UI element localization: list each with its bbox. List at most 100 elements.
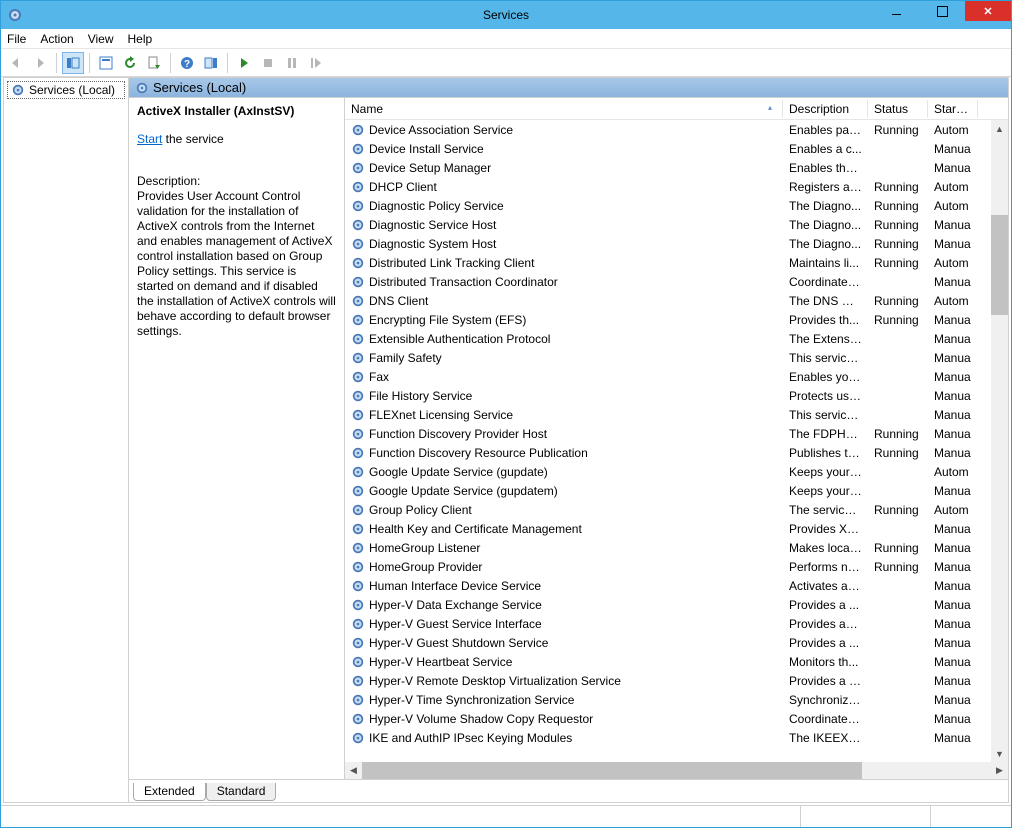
help-button[interactable]: ? bbox=[176, 52, 198, 74]
service-description: Publishes th... bbox=[783, 444, 868, 462]
column-status[interactable]: Status bbox=[868, 100, 928, 118]
service-row[interactable]: Hyper-V Guest Service InterfaceProvides … bbox=[345, 614, 1008, 633]
restart-service-button[interactable] bbox=[305, 52, 327, 74]
menu-help[interactable]: Help bbox=[128, 32, 153, 46]
gear-icon bbox=[351, 256, 365, 270]
scroll-thumb-h[interactable] bbox=[362, 762, 862, 779]
service-row[interactable]: Extensible Authentication ProtocolThe Ex… bbox=[345, 329, 1008, 348]
service-row[interactable]: FLEXnet Licensing ServiceThis service ..… bbox=[345, 405, 1008, 424]
horizontal-scrollbar[interactable]: ◀ ▶ bbox=[345, 762, 1008, 779]
scroll-right-icon[interactable]: ▶ bbox=[991, 762, 1008, 779]
service-row[interactable]: Diagnostic System HostThe Diagno...Runni… bbox=[345, 234, 1008, 253]
service-description: This service ... bbox=[783, 406, 868, 424]
column-name[interactable]: Name▴ bbox=[345, 100, 783, 118]
service-row[interactable]: File History ServiceProtects use...Manua bbox=[345, 386, 1008, 405]
scroll-left-icon[interactable]: ◀ bbox=[345, 762, 362, 779]
service-description: Provides X.5... bbox=[783, 520, 868, 538]
service-description: Protects use... bbox=[783, 387, 868, 405]
scroll-up-icon[interactable]: ▲ bbox=[991, 120, 1008, 137]
service-row[interactable]: Hyper-V Data Exchange ServiceProvides a … bbox=[345, 595, 1008, 614]
service-startup: Manua bbox=[928, 539, 978, 557]
gear-icon bbox=[351, 693, 365, 707]
service-row[interactable]: Hyper-V Remote Desktop Virtualization Se… bbox=[345, 671, 1008, 690]
menu-view[interactable]: View bbox=[88, 32, 114, 46]
back-button[interactable] bbox=[5, 52, 27, 74]
gear-icon bbox=[351, 161, 365, 175]
service-description: The service ... bbox=[783, 501, 868, 519]
service-row[interactable]: Device Association ServiceEnables pair..… bbox=[345, 120, 1008, 139]
service-row[interactable]: Google Update Service (gupdatem)Keeps yo… bbox=[345, 481, 1008, 500]
nav-services-local[interactable]: Services (Local) bbox=[7, 81, 125, 99]
service-status: Running bbox=[868, 425, 928, 443]
service-startup: Manua bbox=[928, 653, 978, 671]
pause-service-button[interactable] bbox=[281, 52, 303, 74]
service-row[interactable]: Diagnostic Policy ServiceThe Diagno...Ru… bbox=[345, 196, 1008, 215]
scroll-thumb[interactable] bbox=[991, 215, 1008, 315]
service-status: Running bbox=[868, 501, 928, 519]
service-row[interactable]: Device Setup ManagerEnables the ...Manua bbox=[345, 158, 1008, 177]
menu-action[interactable]: Action bbox=[40, 32, 73, 46]
service-row[interactable]: Hyper-V Volume Shadow Copy RequestorCoor… bbox=[345, 709, 1008, 728]
service-row[interactable]: Distributed Transaction CoordinatorCoord… bbox=[345, 272, 1008, 291]
service-row[interactable]: DNS ClientThe DNS Cli...RunningAutom bbox=[345, 291, 1008, 310]
scroll-down-icon[interactable]: ▼ bbox=[991, 745, 1008, 762]
service-name: Health Key and Certificate Management bbox=[369, 522, 582, 536]
service-name: DNS Client bbox=[369, 294, 428, 308]
minimize-button[interactable] bbox=[873, 1, 919, 21]
close-button[interactable] bbox=[965, 1, 1011, 21]
show-hide-tree-button[interactable] bbox=[62, 52, 84, 74]
service-row[interactable]: Group Policy ClientThe service ...Runnin… bbox=[345, 500, 1008, 519]
service-status bbox=[868, 337, 928, 341]
service-row[interactable]: Hyper-V Heartbeat ServiceMonitors th...M… bbox=[345, 652, 1008, 671]
tab-extended[interactable]: Extended bbox=[133, 783, 206, 801]
service-startup: Manua bbox=[928, 615, 978, 633]
service-row[interactable]: Diagnostic Service HostThe Diagno...Runn… bbox=[345, 215, 1008, 234]
gear-icon bbox=[351, 579, 365, 593]
forward-button[interactable] bbox=[29, 52, 51, 74]
service-startup: Manua bbox=[928, 406, 978, 424]
service-row[interactable]: HomeGroup ListenerMakes local...RunningM… bbox=[345, 538, 1008, 557]
tab-standard[interactable]: Standard bbox=[206, 783, 277, 801]
column-description[interactable]: Description bbox=[783, 100, 868, 118]
service-rows: Device Association ServiceEnables pair..… bbox=[345, 120, 1008, 779]
service-status: Running bbox=[868, 235, 928, 253]
start-service-button[interactable] bbox=[233, 52, 255, 74]
gear-icon bbox=[351, 617, 365, 631]
service-row[interactable]: Device Install ServiceEnables a c...Manu… bbox=[345, 139, 1008, 158]
service-row[interactable]: Encrypting File System (EFS)Provides th.… bbox=[345, 310, 1008, 329]
service-row[interactable]: Distributed Link Tracking ClientMaintain… bbox=[345, 253, 1008, 272]
service-row[interactable]: Human Interface Device ServiceActivates … bbox=[345, 576, 1008, 595]
refresh-button[interactable] bbox=[119, 52, 141, 74]
show-hide-action-pane-button[interactable] bbox=[200, 52, 222, 74]
service-row[interactable]: HomeGroup ProviderPerforms ne...RunningM… bbox=[345, 557, 1008, 576]
service-status bbox=[868, 641, 928, 645]
service-status bbox=[868, 489, 928, 493]
service-row[interactable]: Family SafetyThis service ...Manua bbox=[345, 348, 1008, 367]
service-status: Running bbox=[868, 558, 928, 576]
service-row[interactable]: DHCP ClientRegisters an...RunningAutom bbox=[345, 177, 1008, 196]
view-tabs: Extended Standard bbox=[129, 780, 1008, 802]
export-list-button[interactable] bbox=[143, 52, 165, 74]
service-row[interactable]: Google Update Service (gupdate)Keeps you… bbox=[345, 462, 1008, 481]
column-startup[interactable]: Startup bbox=[928, 100, 978, 118]
vertical-scrollbar[interactable]: ▲ ▼ bbox=[991, 120, 1008, 762]
service-row[interactable]: Health Key and Certificate Management Pro… bbox=[345, 519, 1008, 538]
maximize-button[interactable] bbox=[919, 1, 965, 21]
gear-icon bbox=[351, 484, 365, 498]
service-row[interactable]: Hyper-V Guest Shutdown ServiceProvides a… bbox=[345, 633, 1008, 652]
service-row[interactable]: IKE and AuthIP IPsec Keying ModulesThe I… bbox=[345, 728, 1008, 747]
service-row[interactable]: Hyper-V Time Synchronization ServiceSync… bbox=[345, 690, 1008, 709]
properties-button[interactable] bbox=[95, 52, 117, 74]
start-service-link[interactable]: Start bbox=[137, 132, 162, 146]
service-row[interactable]: Function Discovery Resource PublicationP… bbox=[345, 443, 1008, 462]
gear-icon bbox=[351, 275, 365, 289]
service-row[interactable]: FaxEnables you...Manua bbox=[345, 367, 1008, 386]
service-name: File History Service bbox=[369, 389, 472, 403]
menu-file[interactable]: File bbox=[7, 32, 26, 46]
service-status bbox=[868, 736, 928, 740]
stop-service-button[interactable] bbox=[257, 52, 279, 74]
service-description: Provides th... bbox=[783, 311, 868, 329]
service-row[interactable]: Function Discovery Provider HostThe FDPH… bbox=[345, 424, 1008, 443]
service-description: The Diagno... bbox=[783, 197, 868, 215]
titlebar[interactable]: Services bbox=[1, 1, 1011, 29]
